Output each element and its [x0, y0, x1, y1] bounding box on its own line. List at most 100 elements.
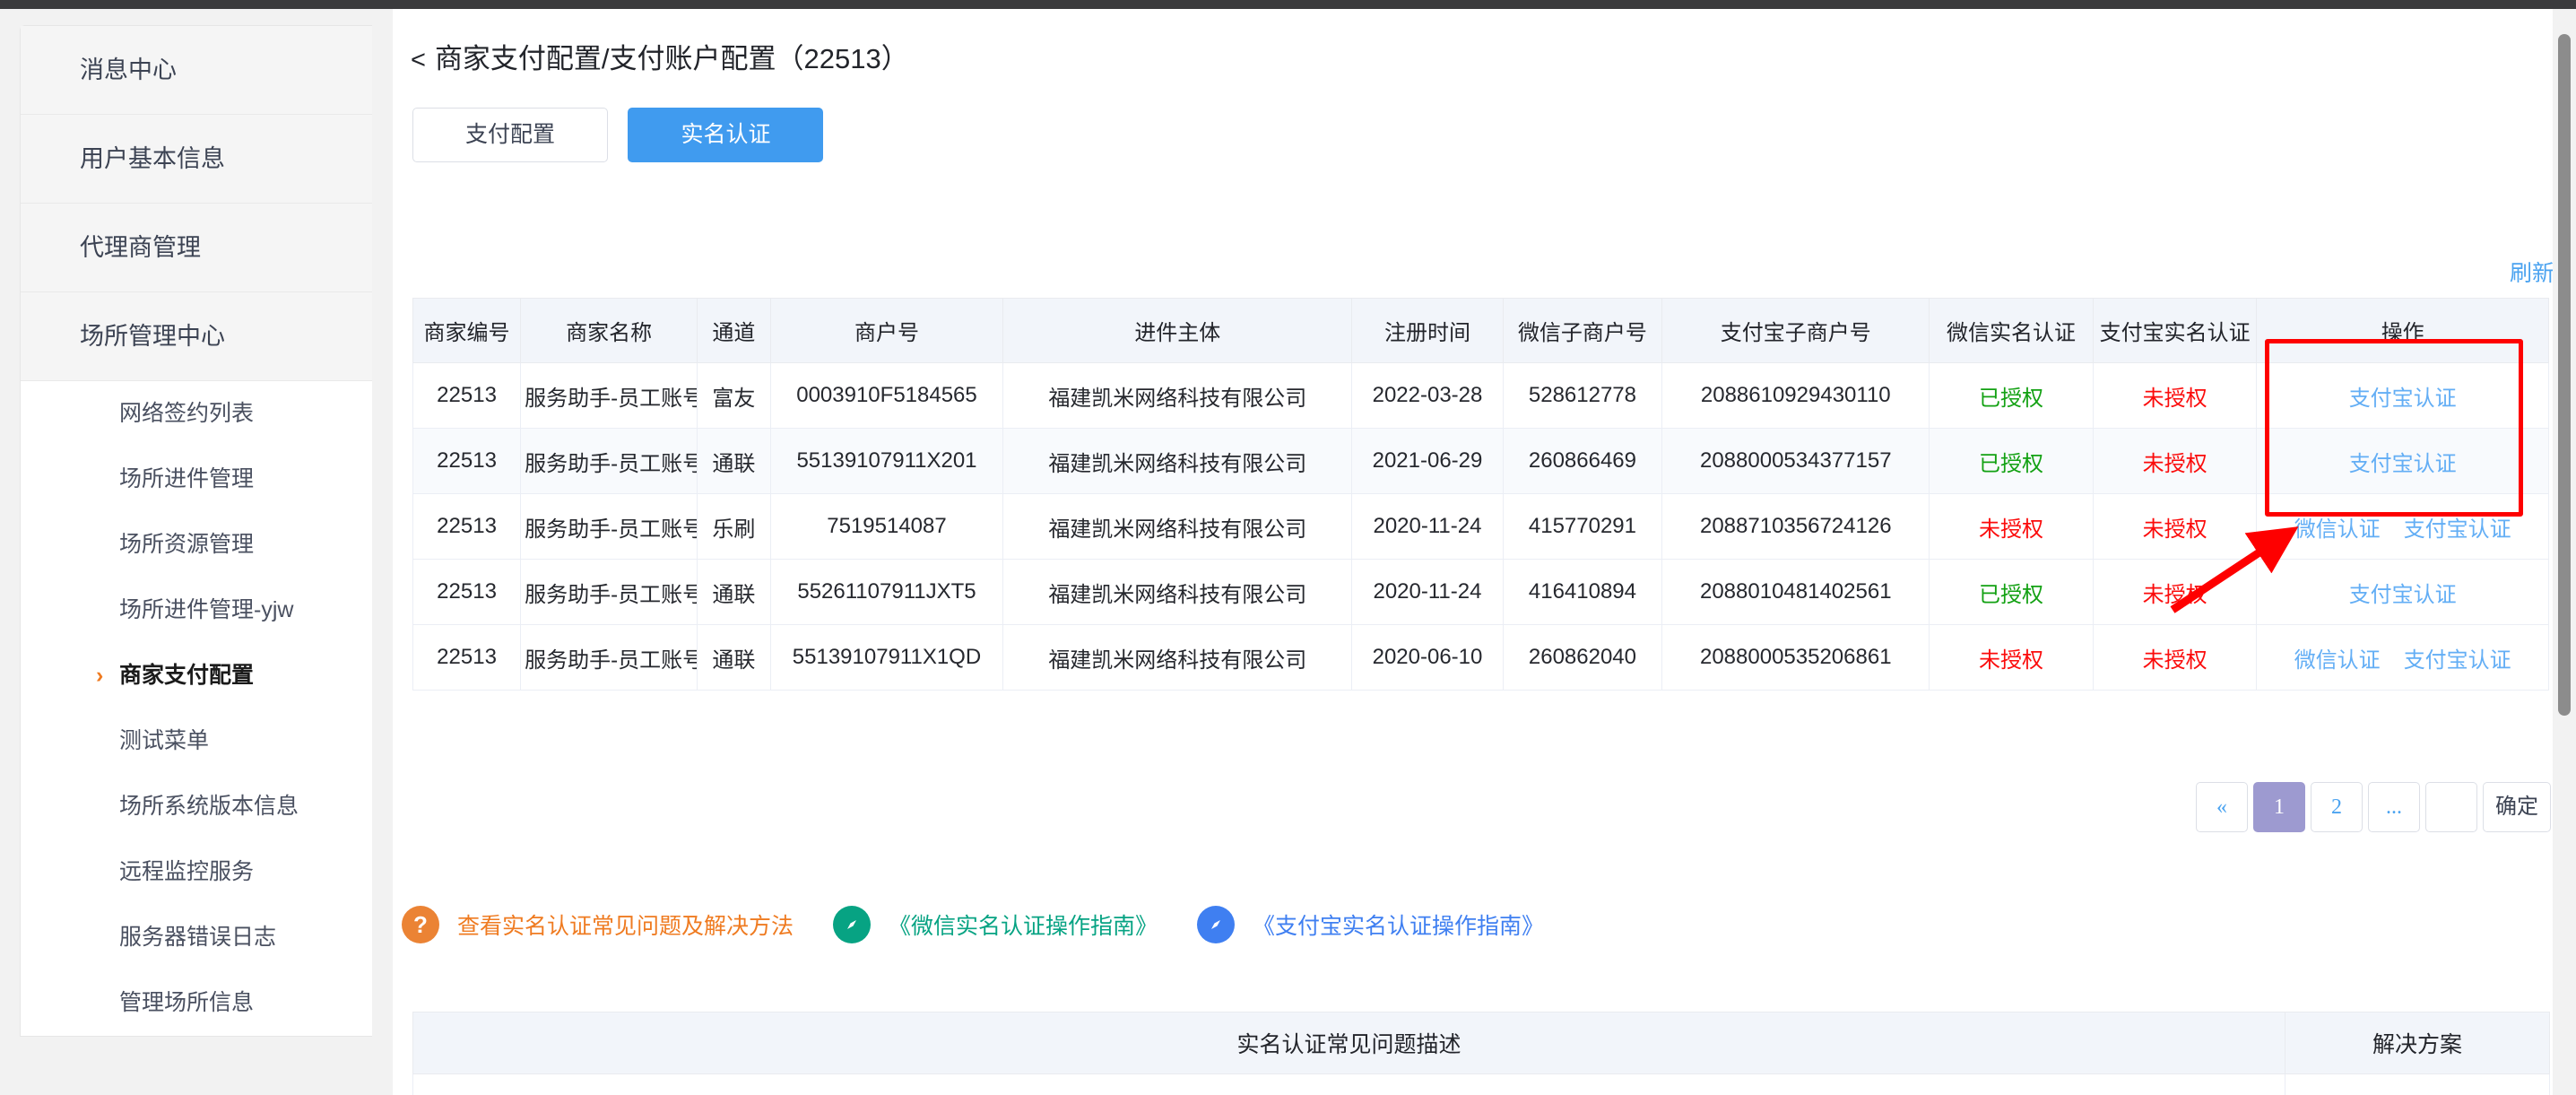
table-row: 22513 服务助手-员工账号 乐刷 7519514087 福建凯米网络科技有限…	[412, 493, 2549, 560]
vertical-scrollbar-track[interactable]	[2553, 9, 2576, 1095]
cell-reg-time: 2021-06-29	[1351, 428, 1504, 494]
refresh-link[interactable]: 刷新	[2510, 256, 2554, 288]
sidebar-subitem-label: 远程监控服务	[119, 859, 255, 884]
status-badge-wx-auth: 已授权	[1979, 386, 2043, 411]
action-wechat-auth[interactable]: 微信认证	[2294, 517, 2381, 542]
cell-merchant-name: 服务助手-员工账号	[520, 559, 698, 625]
faq-col-solution: 解决方案	[2285, 1012, 2550, 1074]
cell-merchant-name: 服务助手-员工账号	[520, 362, 698, 429]
col-actions: 操作	[2256, 298, 2549, 363]
action-alipay-auth[interactable]: 支付宝认证	[2404, 648, 2511, 673]
action-alipay-auth[interactable]: 支付宝认证	[2349, 452, 2457, 476]
sidebar-item-venue-entry-management-yjw[interactable]: 场所进件管理-yjw	[21, 578, 372, 643]
back-arrow-icon[interactable]: <	[411, 46, 426, 74]
pagination-prev[interactable]: «	[2196, 782, 2248, 832]
cell-wx-sub-mch: 416410894	[1502, 559, 1663, 625]
pagination-page-1[interactable]: 1	[2253, 782, 2305, 832]
faq-col-description: 实名认证常见问题描述	[412, 1012, 2285, 1074]
sidebar-item-agent-management[interactable]: 代理商管理	[21, 204, 372, 292]
page-title-text: 商家支付配置/支付账户配置（22513）	[434, 43, 909, 74]
pagination-page-2[interactable]: 2	[2311, 782, 2363, 832]
sidebar-item-user-basic-info[interactable]: 用户基本信息	[21, 115, 372, 204]
cell-merchant-name: 服务助手-员工账号	[520, 428, 698, 494]
cell-entity: 福建凯米网络科技有限公司	[1002, 624, 1353, 691]
action-alipay-auth[interactable]: 支付宝认证	[2349, 387, 2457, 411]
cell-reg-time: 2020-06-10	[1351, 624, 1504, 691]
cell-actions: 支付宝认证	[2256, 559, 2549, 625]
wechat-compass-icon	[833, 906, 872, 943]
tab-real-name-auth[interactable]: 实名认证	[628, 108, 824, 162]
sidebar-subitem-label: 网络签约列表	[119, 401, 255, 426]
col-wx-sub-mch: 微信子商户号	[1502, 298, 1663, 363]
cell-wx-auth: 已授权	[1929, 559, 2094, 625]
cell-actions: 微信认证 支付宝认证	[2256, 624, 2549, 691]
sidebar-item-server-error-log[interactable]: 服务器错误日志	[21, 905, 372, 970]
cell-ali-auth: 未授权	[2092, 428, 2258, 494]
status-badge-ali-auth: 未授权	[2142, 647, 2207, 673]
pagination: « 1 2 ... 确定	[2190, 782, 2551, 832]
chevron-right-icon: ›	[96, 663, 104, 688]
help-link-wechat-guide[interactable]: 《微信实名认证操作指南》	[833, 906, 1158, 943]
sidebar-item-venue-management-center[interactable]: 场所管理中心	[21, 292, 372, 381]
sidebar-item-label: 消息中心	[80, 56, 177, 83]
page-title: < 商家支付配置/支付账户配置（22513）	[411, 36, 909, 76]
tab-bar: 支付配置 实名认证	[412, 108, 824, 162]
faq-cell-description	[412, 1073, 2285, 1095]
help-link-alipay-guide[interactable]: 《支付宝实名认证操作指南》	[1197, 906, 1544, 943]
table-header-row: 商家编号 商家名称 通道 商户号 进件主体 注册时间 微信子商户号 支付宝子商户…	[412, 298, 2549, 363]
question-mark-icon: ?	[402, 906, 439, 943]
cell-ali-auth: 未授权	[2092, 624, 2258, 691]
sidebar-item-venue-resource-management[interactable]: 场所资源管理	[21, 512, 372, 578]
cell-mch-id: 55261107911JXT5	[769, 559, 1004, 625]
col-merchant-no: 商家编号	[412, 298, 522, 363]
cell-merchant-no: 22513	[412, 624, 522, 691]
sidebar-item-label: 代理商管理	[80, 234, 201, 261]
col-ali-sub-mch: 支付宝子商户号	[1661, 298, 1930, 363]
sidebar-item-remote-monitor-service[interactable]: 远程监控服务	[21, 839, 372, 905]
action-alipay-auth[interactable]: 支付宝认证	[2404, 517, 2511, 542]
pagination-confirm-button[interactable]: 确定	[2483, 782, 2551, 832]
sidebar-menu: 消息中心 用户基本信息 代理商管理 场所管理中心 网络签约列表 场所进件管理 场…	[20, 25, 372, 1037]
sidebar-subitem-label: 管理场所信息	[119, 990, 255, 1015]
sidebar-item-label: 用户基本信息	[80, 145, 225, 172]
status-badge-ali-auth: 未授权	[2142, 582, 2207, 607]
cell-ali-sub-mch: 2088000535206861	[1661, 624, 1930, 691]
sidebar-item-merchant-payment-config[interactable]: › 商家支付配置	[21, 643, 372, 708]
cell-channel: 乐刷	[697, 493, 771, 560]
sidebar-item-message-center[interactable]: 消息中心	[21, 26, 372, 115]
sidebar-item-manage-venue-info[interactable]: 管理场所信息	[21, 970, 372, 1036]
cell-wx-sub-mch: 528612778	[1502, 362, 1663, 429]
cell-ali-sub-mch: 2088000534377157	[1661, 428, 1930, 494]
pagination-ellipsis[interactable]: ...	[2368, 782, 2420, 832]
faq-row	[412, 1073, 2550, 1095]
cell-entity: 福建凯米网络科技有限公司	[1002, 493, 1353, 560]
table-row: 22513 服务助手-员工账号 通联 55261107911JXT5 福建凯米网…	[412, 559, 2549, 625]
pagination-jump-input[interactable]	[2425, 782, 2477, 832]
cell-channel: 通联	[697, 624, 771, 691]
action-alipay-auth[interactable]: 支付宝认证	[2349, 583, 2457, 607]
sidebar-item-test-menu[interactable]: 测试菜单	[21, 708, 372, 774]
cell-wx-sub-mch: 260862040	[1502, 624, 1663, 691]
cell-wx-sub-mch: 415770291	[1502, 493, 1663, 560]
help-link-faq-label: 查看实名认证常见问题及解决方法	[457, 914, 794, 939]
cell-wx-auth: 未授权	[1929, 493, 2094, 560]
cell-merchant-name: 服务助手-员工账号	[520, 493, 698, 560]
cell-channel: 富友	[697, 362, 771, 429]
cell-merchant-no: 22513	[412, 428, 522, 494]
faq-table-wrapper: 实名认证常见问题描述 解决方案	[412, 1012, 2550, 1095]
app-root: 消息中心 用户基本信息 代理商管理 场所管理中心 网络签约列表 场所进件管理 场…	[0, 0, 2576, 1095]
help-link-faq[interactable]: ? 查看实名认证常见问题及解决方法	[402, 906, 794, 943]
cell-merchant-no: 22513	[412, 559, 522, 625]
vertical-scrollbar-thumb[interactable]	[2558, 34, 2571, 716]
sidebar-item-venue-system-version[interactable]: 场所系统版本信息	[21, 774, 372, 839]
table-body: 22513 服务助手-员工账号 富友 0003910F5184565 福建凯米网…	[412, 362, 2549, 691]
cell-actions: 微信认证 支付宝认证	[2256, 493, 2549, 560]
sidebar-subitem-label: 场所系统版本信息	[119, 794, 299, 819]
sidebar-subitem-label: 服务器错误日志	[119, 925, 277, 950]
cell-wx-auth: 已授权	[1929, 362, 2094, 429]
col-ali-auth: 支付宝实名认证	[2092, 298, 2258, 363]
sidebar-item-network-contract-list[interactable]: 网络签约列表	[21, 381, 372, 447]
tab-payment-config[interactable]: 支付配置	[412, 108, 608, 162]
action-wechat-auth[interactable]: 微信认证	[2294, 648, 2381, 673]
sidebar-item-venue-entry-management[interactable]: 场所进件管理	[21, 447, 372, 512]
